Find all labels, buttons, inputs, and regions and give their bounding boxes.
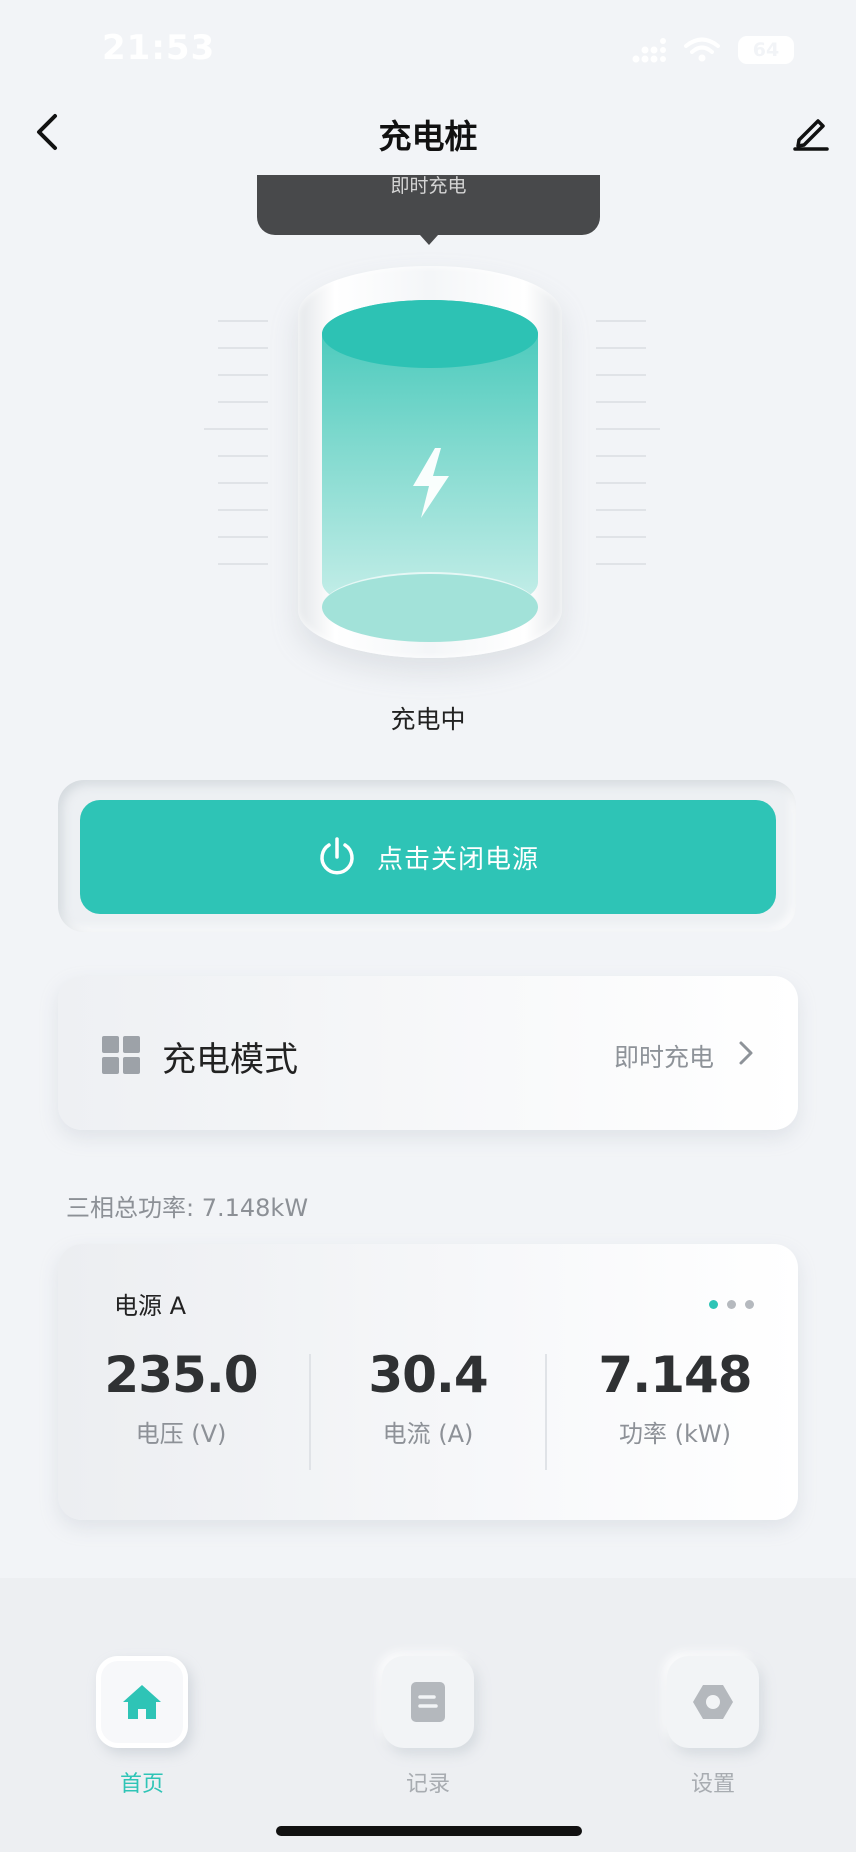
scale-tick [596, 563, 646, 565]
battery-fill-top [322, 300, 538, 368]
page-title: 充电桩 [378, 117, 478, 156]
nav-icon-box [96, 1656, 188, 1748]
home-icon [123, 1685, 161, 1719]
page-indicator[interactable] [709, 1300, 754, 1309]
charging-status-text: 充电中 [390, 705, 466, 734]
nav-label-records: 记录 [405, 1772, 450, 1797]
nav-label-home: 首页 [119, 1772, 164, 1797]
battery-icon: 64 [738, 36, 794, 64]
power-value: 7.148 [598, 1346, 752, 1404]
cellular-signal-icon [632, 38, 666, 63]
scale-tick [596, 374, 646, 376]
screen: 21:53 64 充电桩 即时充电 充电中 点击关闭电源 充电模式 即时充电 三… [0, 0, 856, 1852]
power-icon [320, 837, 354, 875]
page-dot [745, 1300, 754, 1309]
status-bar: 21:53 64 [0, 0, 856, 100]
scale-tick [596, 536, 646, 538]
nav-icon-box [382, 1656, 474, 1748]
scale-tick [204, 428, 268, 430]
wifi-icon [684, 37, 720, 62]
chevron-right-icon [739, 1041, 753, 1065]
edit-button[interactable] [786, 106, 836, 158]
status-icons: 64 [632, 36, 794, 64]
power-button-label: 点击关闭电源 [376, 844, 539, 875]
nav-item-home[interactable]: 首页 [82, 1656, 202, 1798]
tooltip-text: 即时充电 [390, 175, 467, 197]
nav-icon-box [667, 1656, 759, 1748]
voltage-metric: 235.0 电压 (V) [58, 1346, 304, 1449]
settings-icon [693, 1685, 733, 1719]
current-metric: 30.4 电流 (A) [305, 1346, 551, 1449]
scale-tick [218, 563, 268, 565]
scale-tick [218, 347, 268, 349]
scale-tick [596, 401, 646, 403]
total-power-text: 三相总功率: 7.148kW [66, 1194, 309, 1222]
voltage-label: 电压 (V) [135, 1420, 227, 1448]
status-time: 21:53 [102, 28, 216, 68]
grid-icon [102, 1036, 140, 1074]
scale-tick [596, 482, 646, 484]
record-icon [411, 1682, 445, 1722]
current-value: 30.4 [368, 1346, 488, 1404]
page-dot [709, 1300, 718, 1309]
current-label: 电流 (A) [382, 1420, 474, 1448]
scale-tick [596, 347, 646, 349]
power-off-button[interactable]: 点击关闭电源 [80, 800, 776, 914]
scale-tick [218, 320, 268, 322]
scale-tick [596, 455, 646, 457]
charging-visual [200, 262, 660, 672]
scale-right [596, 320, 660, 590]
pencil-icon [793, 119, 829, 151]
power-source-card[interactable]: 电源 A 235.0 电压 (V) 30.4 电流 (A) 7.148 功率 (… [58, 1244, 798, 1520]
metric-divider [545, 1354, 547, 1470]
scale-left [200, 320, 268, 590]
charge-mode-tooltip: 即时充电 [257, 175, 600, 245]
scale-tick [218, 401, 268, 403]
tooltip-arrow [420, 235, 438, 245]
bottom-nav: 首页 记录 设置 [0, 1578, 856, 1852]
voltage-value: 235.0 [104, 1346, 258, 1404]
header: 充电桩 [0, 96, 856, 168]
scale-tick [218, 374, 268, 376]
power-label: 功率 (kW) [619, 1420, 731, 1448]
scale-tick [596, 428, 660, 430]
scale-tick [218, 482, 268, 484]
nav-item-settings[interactable]: 设置 [653, 1656, 773, 1798]
charge-mode-value: 即时充电 [613, 1043, 714, 1072]
home-indicator[interactable] [276, 1826, 582, 1836]
nav-label-settings: 设置 [690, 1772, 735, 1797]
power-source-title: 电源 A [114, 1292, 187, 1320]
battery-fill-bottom [322, 572, 538, 642]
scale-tick [596, 320, 646, 322]
nav-item-records[interactable]: 记录 [368, 1656, 488, 1798]
scale-tick [218, 536, 268, 538]
power-metric: 7.148 功率 (kW) [552, 1346, 798, 1449]
charge-mode-title: 充电模式 [162, 1040, 298, 1080]
scale-tick [218, 509, 268, 511]
lightning-bolt-icon [413, 448, 449, 518]
scale-tick [596, 509, 646, 511]
scale-tick [218, 455, 268, 457]
page-dot [727, 1300, 736, 1309]
charge-mode-row[interactable]: 充电模式 即时充电 [58, 976, 798, 1130]
